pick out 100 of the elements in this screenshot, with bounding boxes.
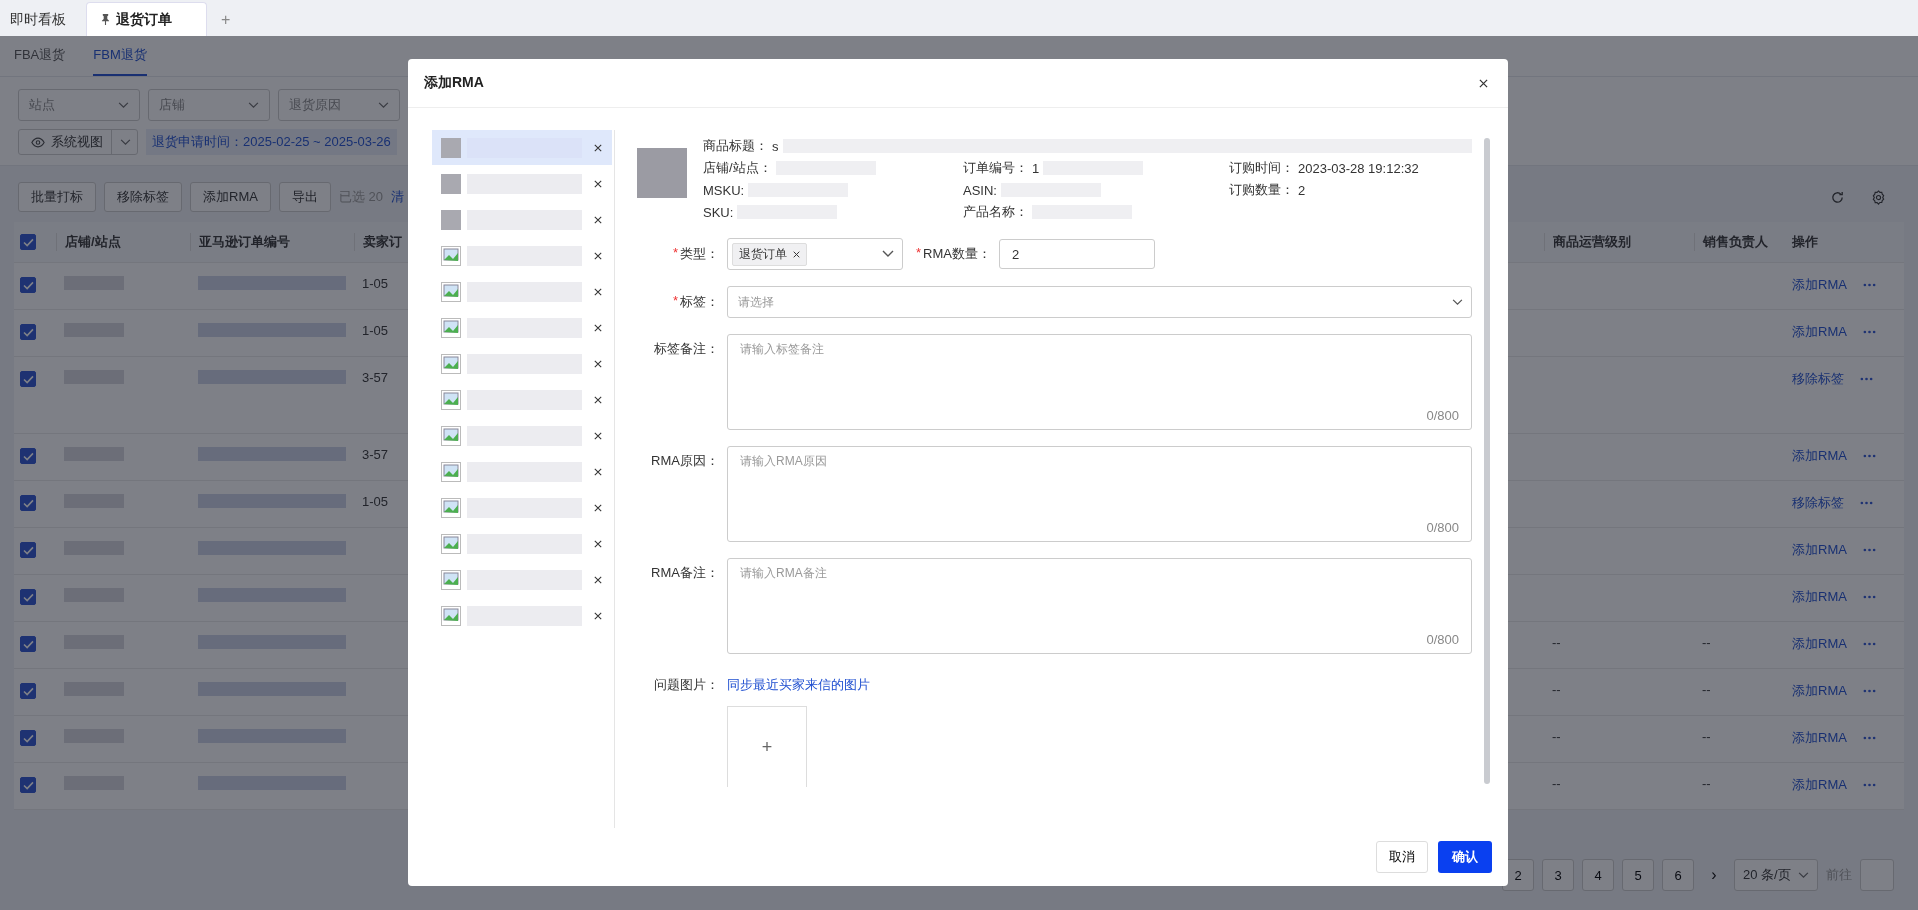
field-label: 标签备注：: [653, 340, 719, 358]
toolbar-button[interactable]: 导出: [278, 182, 331, 212]
view-select[interactable]: 系统视图: [18, 129, 138, 155]
row-action-link[interactable]: 添加RMA: [1792, 323, 1847, 341]
remove-icon[interactable]: [594, 503, 602, 512]
more-icon[interactable]: [1862, 283, 1876, 287]
toolbar-button[interactable]: 批量打标: [18, 182, 96, 212]
info-label: 产品名称：: [963, 203, 1028, 221]
more-icon[interactable]: [1862, 689, 1876, 693]
more-icon[interactable]: [1862, 736, 1876, 740]
column-header: 商品运营级别: [1544, 233, 1694, 251]
remove-icon[interactable]: [594, 323, 602, 332]
checkbox[interactable]: [20, 636, 36, 652]
checkbox[interactable]: [20, 683, 36, 699]
rma-quantity-input[interactable]: 2: [999, 239, 1155, 269]
page-button[interactable]: 6: [1662, 859, 1694, 891]
sync-images-link[interactable]: 同步最近买家来信的图片: [727, 676, 870, 694]
remove-tag-icon[interactable]: [793, 250, 800, 258]
chevron-down-icon: [378, 101, 389, 109]
more-icon[interactable]: [1862, 330, 1876, 334]
clear-link[interactable]: 清: [390, 188, 404, 206]
row-action-link[interactable]: 添加RMA: [1792, 541, 1847, 559]
page-button[interactable]: 4: [1582, 859, 1614, 891]
info-label: MSKU:: [703, 182, 745, 198]
toolbar-button[interactable]: 移除标签: [104, 182, 182, 212]
sub-tab[interactable]: FBA退货: [14, 36, 66, 76]
checkbox[interactable]: [20, 448, 36, 464]
remove-icon[interactable]: [594, 539, 602, 548]
remove-icon[interactable]: [594, 143, 602, 152]
remove-icon[interactable]: [594, 467, 602, 476]
remove-icon[interactable]: [594, 359, 602, 368]
more-icon[interactable]: [1862, 783, 1876, 787]
date-filter-tag[interactable]: 退货申请时间：2025-02-25 ~ 2025-03-26: [146, 129, 397, 155]
chevron-down-icon: [1452, 298, 1463, 306]
field-label: RMA备注：: [650, 564, 719, 582]
text-area[interactable]: 请输入标签备注 0/800: [727, 334, 1472, 430]
settings-icon[interactable]: [1871, 189, 1886, 205]
broken-image-icon: [441, 317, 461, 338]
remove-icon[interactable]: [594, 179, 602, 188]
tag-select[interactable]: 请选择: [727, 286, 1472, 318]
remove-icon[interactable]: [594, 575, 602, 584]
row-action-link[interactable]: 移除标签: [1792, 370, 1844, 388]
checkbox[interactable]: [20, 495, 36, 511]
more-icon[interactable]: [1862, 642, 1876, 646]
close-icon[interactable]: [1479, 78, 1488, 88]
more-icon[interactable]: [1860, 501, 1873, 505]
row-action-link[interactable]: 添加RMA: [1792, 729, 1847, 747]
product-thumbnail: [441, 173, 461, 194]
page-tab[interactable]: 即时看板: [4, 3, 84, 36]
upload-image-button[interactable]: +: [727, 706, 807, 787]
row-action-link[interactable]: 添加RMA: [1792, 776, 1847, 794]
product-thumbnail: [441, 209, 461, 230]
checkbox[interactable]: [20, 542, 36, 558]
info-value: 2023-03-28 19:12:32: [1298, 160, 1419, 176]
page-size-select[interactable]: 20 条/页: [1734, 859, 1818, 891]
checkbox[interactable]: [20, 589, 36, 605]
remove-icon[interactable]: [594, 251, 602, 260]
row-action-link[interactable]: 移除标签: [1792, 494, 1844, 512]
more-icon[interactable]: [1860, 377, 1873, 381]
more-icon[interactable]: [1862, 454, 1876, 458]
checkbox[interactable]: [20, 371, 36, 387]
row-action-link[interactable]: 添加RMA: [1792, 682, 1847, 700]
checkbox[interactable]: [20, 777, 36, 793]
row-action-link[interactable]: 添加RMA: [1792, 276, 1847, 294]
type-select[interactable]: 退货订单: [727, 238, 903, 270]
checkbox[interactable]: [20, 277, 36, 293]
row-action-link[interactable]: 添加RMA: [1792, 635, 1847, 653]
checkbox[interactable]: [20, 730, 36, 746]
checkbox[interactable]: [20, 324, 36, 340]
info-label: SKU:: [703, 204, 734, 220]
remove-icon[interactable]: [594, 287, 602, 296]
chevron-down-icon: [882, 250, 894, 258]
broken-image-icon: [441, 497, 461, 518]
remove-icon[interactable]: [594, 215, 602, 224]
refresh-icon[interactable]: [1830, 189, 1845, 205]
broken-image-icon: [441, 533, 461, 554]
page-button[interactable]: 5: [1622, 859, 1654, 891]
table-cell: 3-57: [362, 370, 389, 385]
row-action-link[interactable]: 添加RMA: [1792, 588, 1847, 606]
table-cell: --: [1552, 635, 1561, 650]
more-icon[interactable]: [1862, 595, 1876, 599]
broken-image-icon: [441, 389, 461, 410]
text-area[interactable]: 请输入RMA备注 0/800: [727, 558, 1472, 654]
cancel-button[interactable]: 取消: [1376, 841, 1428, 873]
row-action-link[interactable]: 添加RMA: [1792, 447, 1847, 465]
info-label: 订购时间：: [1229, 159, 1294, 177]
page-tab[interactable]: 退货订单: [86, 2, 207, 36]
table-cell: --: [1702, 635, 1711, 650]
add-tab-button[interactable]: +: [209, 3, 243, 36]
remove-icon[interactable]: [594, 395, 602, 404]
table-cell: --: [1552, 776, 1561, 791]
confirm-button[interactable]: 确认: [1438, 841, 1492, 873]
more-icon[interactable]: [1862, 548, 1876, 552]
text-area[interactable]: 请输入RMA原因 0/800: [727, 446, 1472, 542]
remove-icon[interactable]: [594, 611, 602, 620]
next-page-button[interactable]: ›: [1702, 865, 1726, 885]
remove-icon[interactable]: [594, 431, 602, 440]
page-button[interactable]: 3: [1542, 859, 1574, 891]
checkbox[interactable]: [20, 234, 36, 250]
toolbar-button[interactable]: 添加RMA: [190, 182, 271, 212]
